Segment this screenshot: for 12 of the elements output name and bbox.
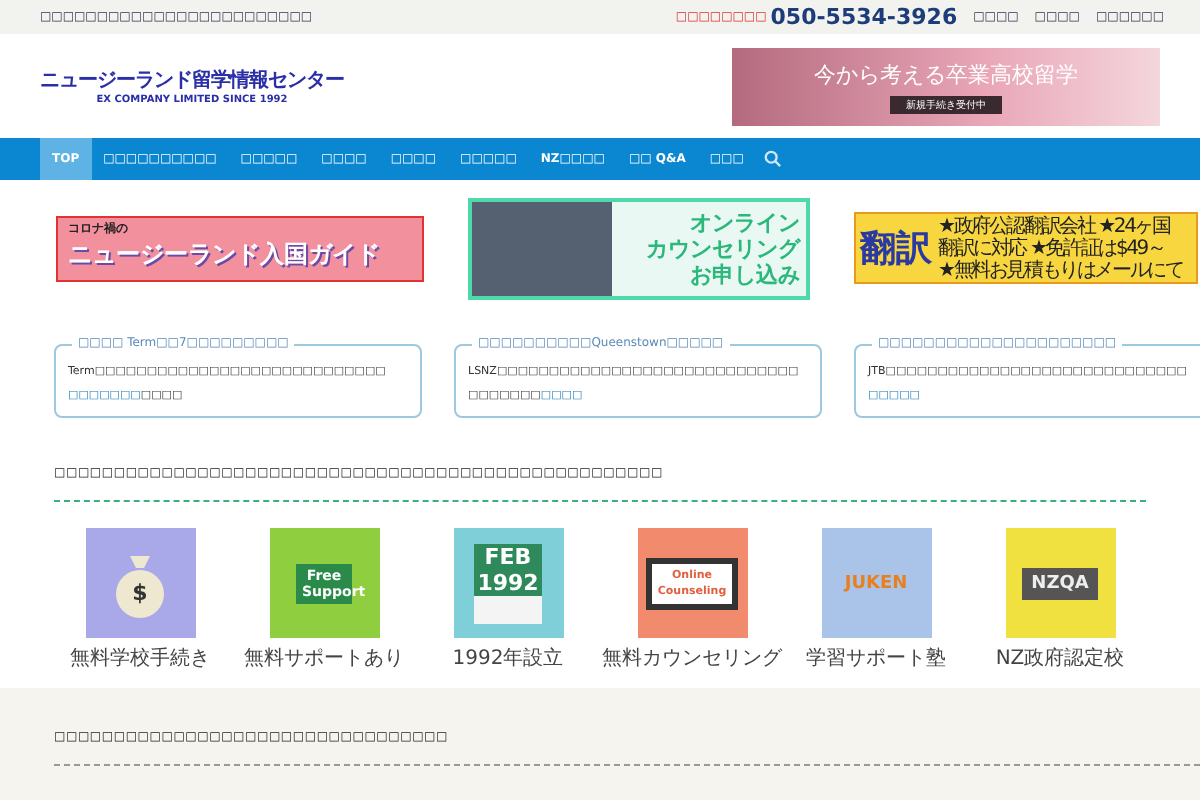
feature-label: 1992年設立: [452, 645, 564, 672]
feature-label: 無料学校手続き: [70, 645, 210, 672]
search-icon[interactable]: [763, 150, 782, 168]
feature-label: 学習サポート塾: [806, 645, 946, 672]
feature-label: 無料サポートあり: [244, 645, 404, 672]
feature-label: NZ政府認定校: [995, 645, 1125, 672]
feature-tile[interactable]: $: [85, 528, 195, 638]
phone-number: 050-5534-3926: [770, 4, 958, 30]
counseling-banner[interactable]: オンライン カウンセリング お申し込み: [468, 197, 810, 299]
feature-tile[interactable]: FEB 1992: [453, 528, 563, 638]
feature-label: 無料カウンセリング: [602, 645, 782, 672]
feature-tile[interactable]: NZQA: [1005, 528, 1115, 638]
